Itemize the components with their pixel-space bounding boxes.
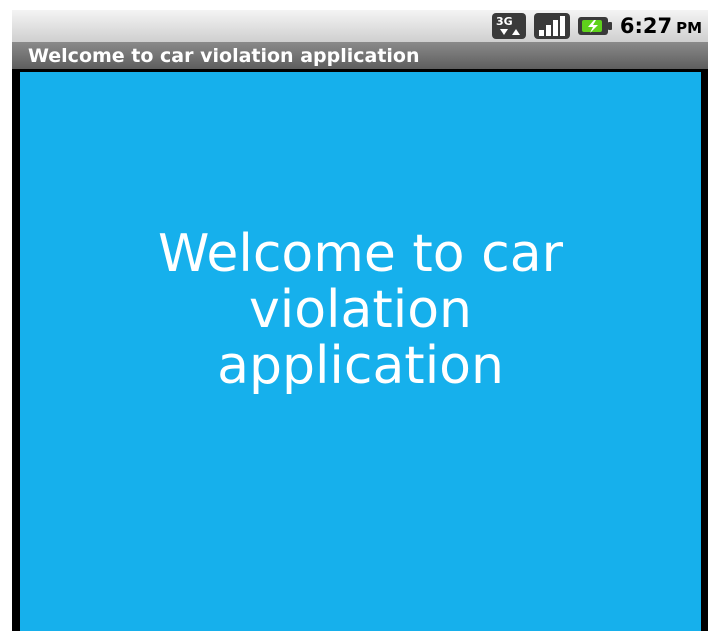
title-bar: Welcome to car violation application [12,42,708,69]
3g-data-icon: 3G [491,13,526,39]
status-clock: 6:27 PM [620,14,702,38]
status-bar: 3G 6:27 PM [12,10,708,42]
main-content: Welcome to car violation application [20,72,701,631]
status-time: 6:27 [619,14,673,38]
battery-charging-icon [577,14,612,38]
welcome-line: violation [249,280,472,340]
welcome-line: Welcome to car [158,224,563,284]
svg-text:3G: 3G [496,15,513,28]
app-title: Welcome to car violation application [28,44,420,67]
signal-strength-icon [533,13,570,39]
welcome-message: Welcome to car violation application [20,226,701,394]
welcome-line: application [217,336,504,396]
status-ampm: PM [676,19,702,37]
